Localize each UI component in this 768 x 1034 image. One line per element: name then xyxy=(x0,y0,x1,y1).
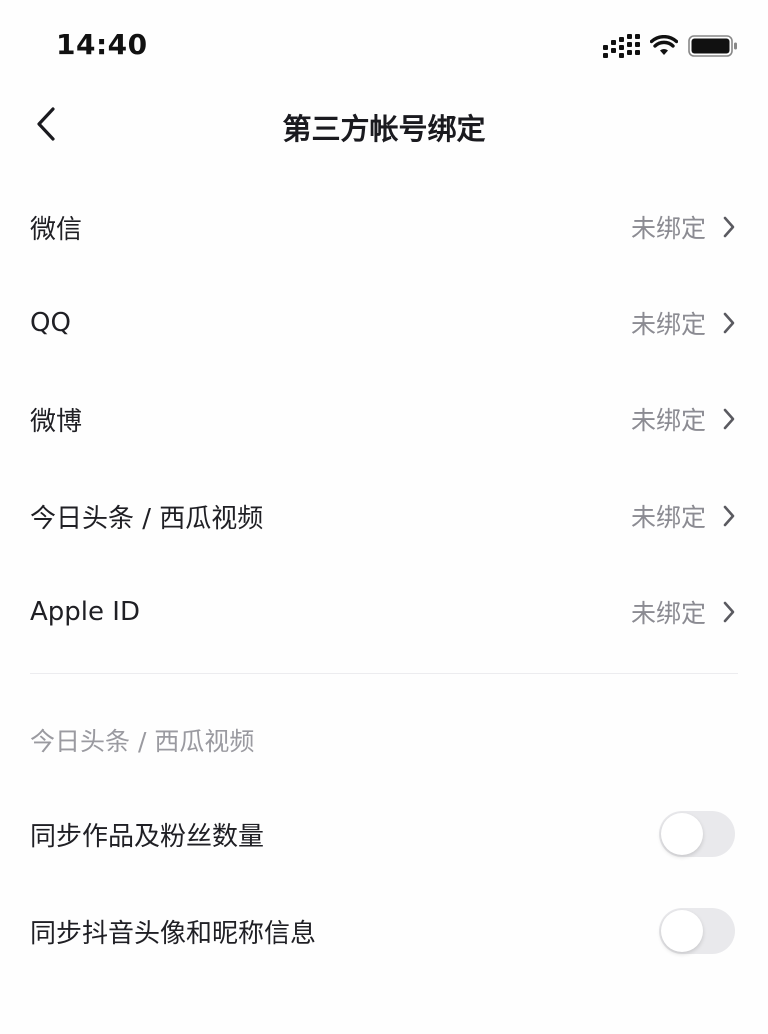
sync-avatar-nickname-toggle[interactable] xyxy=(659,908,735,954)
chevron-right-icon xyxy=(720,310,738,336)
account-row-toutiao-xigua[interactable]: 今日头条 / 西瓜视频 未绑定 xyxy=(0,468,768,564)
toggle-label: 同步作品及粉丝数量 xyxy=(30,821,265,852)
bind-accounts-screen: 14:40 第三方帐号绑定 微信 未绑定 QQ 未绑定 微博 未绑定 今日头条 … xyxy=(0,0,768,1034)
toggle-knob xyxy=(661,910,703,952)
wifi-icon xyxy=(650,35,678,55)
chevron-right-icon xyxy=(720,406,738,432)
chevron-right-icon xyxy=(720,599,738,625)
account-status-group: 未绑定 xyxy=(631,401,738,437)
account-row-wechat[interactable]: 微信 未绑定 xyxy=(0,179,768,275)
account-status-group: 未绑定 xyxy=(631,209,738,245)
status-bar: 14:40 xyxy=(0,0,768,90)
battery-icon xyxy=(688,35,737,57)
account-label: 微信 xyxy=(30,214,83,245)
bind-status: 未绑定 xyxy=(630,214,706,243)
bind-status: 未绑定 xyxy=(630,599,706,628)
sync-section-header: 今日头条 / 西瓜视频 xyxy=(30,727,255,756)
sync-works-followers-toggle[interactable] xyxy=(659,811,735,857)
toggle-knob xyxy=(661,813,703,855)
cellular-signal-icon xyxy=(603,34,640,58)
bind-status: 未绑定 xyxy=(630,503,706,532)
chevron-right-icon xyxy=(720,214,738,240)
account-label: 微博 xyxy=(30,406,83,437)
account-row-weibo[interactable]: 微博 未绑定 xyxy=(0,371,768,467)
account-status-group: 未绑定 xyxy=(631,594,738,630)
bind-status: 未绑定 xyxy=(630,406,706,435)
page-title: 第三方帐号绑定 xyxy=(282,112,486,146)
account-label: 今日头条 / 西瓜视频 xyxy=(30,503,264,534)
account-row-apple-id[interactable]: Apple ID 未绑定 xyxy=(0,564,768,660)
section-divider xyxy=(30,673,738,674)
account-label: QQ xyxy=(30,308,71,338)
toggle-label: 同步抖音头像和昵称信息 xyxy=(30,918,317,949)
account-status-group: 未绑定 xyxy=(631,498,738,534)
nav-bar: 第三方帐号绑定 xyxy=(0,90,768,160)
status-time: 14:40 xyxy=(56,28,148,61)
chevron-right-icon xyxy=(720,503,738,529)
sync-avatar-nickname-row: 同步抖音头像和昵称信息 xyxy=(0,883,768,979)
account-row-qq[interactable]: QQ 未绑定 xyxy=(0,275,768,371)
account-status-group: 未绑定 xyxy=(631,305,738,341)
bind-status: 未绑定 xyxy=(630,310,706,339)
sync-works-followers-row: 同步作品及粉丝数量 xyxy=(0,786,768,882)
account-label: Apple ID xyxy=(30,597,140,627)
status-icons xyxy=(603,34,738,58)
